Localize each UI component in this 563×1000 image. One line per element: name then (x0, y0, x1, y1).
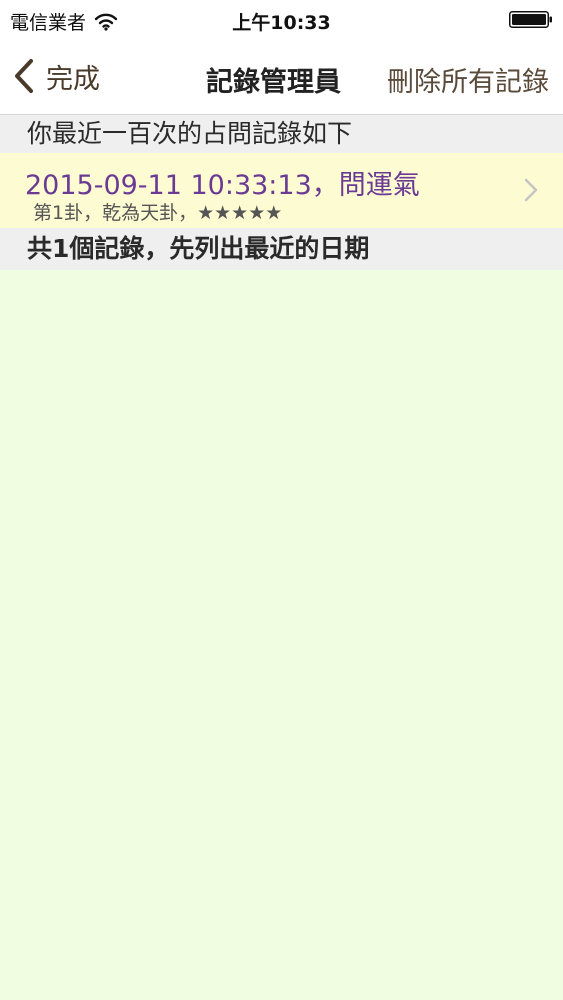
chevron-right-icon (524, 178, 538, 202)
back-button-label: 完成 (46, 63, 100, 95)
back-button[interactable]: 完成 (10, 54, 100, 98)
chevron-left-icon (15, 59, 33, 93)
list-header: 你最近一百次的占問記錄如下 (0, 115, 563, 153)
status-bar: 電信業者 上午10:33 (0, 0, 563, 38)
record-row[interactable]: 2015-09-11 10:33:13，問運氣 第1卦，乾為天卦，★★★★★ (0, 153, 563, 228)
record-title: 2015-09-11 10:33:13，問運氣 (25, 170, 420, 201)
page-title: 記錄管理員 (206, 67, 341, 98)
status-time: 上午10:33 (232, 12, 331, 34)
navigation-bar: 完成 記錄管理員 刪除所有記錄 (0, 38, 563, 115)
empty-content-area (0, 270, 563, 1000)
list-footer: 共1個記錄，先列出最近的日期 (0, 228, 563, 270)
delete-all-records-button[interactable]: 刪除所有記錄 (387, 60, 549, 99)
record-subtitle: 第1卦，乾為天卦，★★★★★ (33, 202, 283, 224)
battery-icon (509, 11, 552, 28)
